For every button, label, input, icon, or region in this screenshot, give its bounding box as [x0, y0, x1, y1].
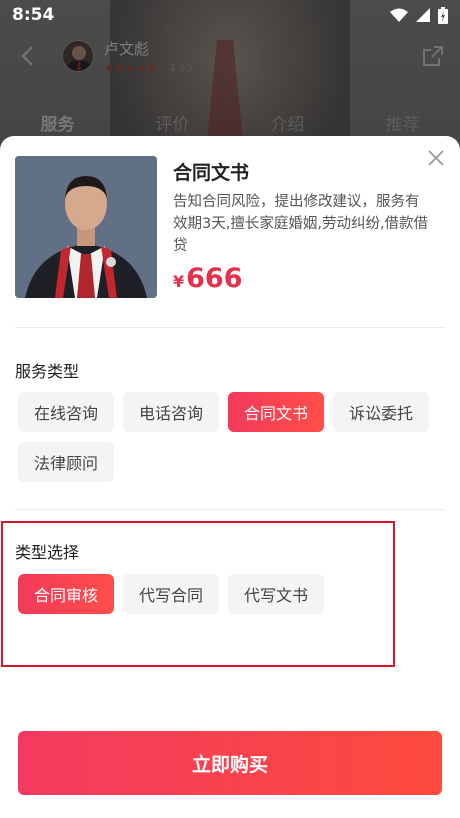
- buy-now-button[interactable]: 立即购买: [18, 731, 442, 795]
- service-type-title: 服务类型: [15, 362, 80, 381]
- product-description: 告知合同风险，提出修改建议，服务有效期3天,擅长家庭婚姻,劳动纠纷,借款借贷: [173, 194, 429, 254]
- product-summary: 合同文书 告知合同风险，提出修改建议，服务有效期3天,擅长家庭婚姻,劳动纠纷,借…: [15, 156, 445, 301]
- currency-symbol: ¥: [173, 272, 185, 291]
- status-icons: [390, 6, 448, 24]
- service-option-counsel[interactable]: 法律顾问: [18, 442, 115, 482]
- service-type-options: 在线咨询 电话咨询 合同文书 诉讼委托 法律顾问: [18, 392, 448, 482]
- divider: [15, 327, 445, 328]
- battery-icon: [438, 6, 448, 24]
- type-option-review[interactable]: 合同审核: [18, 574, 115, 614]
- wifi-icon: [390, 8, 408, 22]
- product-title: 合同文书: [173, 162, 250, 184]
- signal-icon: [416, 8, 430, 22]
- purchase-sheet: 合同文书 告知合同风险，提出修改建议，服务有效期3天,擅长家庭婚姻,劳动纠纷,借…: [0, 136, 460, 818]
- service-option-contract[interactable]: 合同文书: [228, 392, 325, 432]
- service-option-litigation[interactable]: 诉讼委托: [333, 392, 430, 432]
- lawyer-photo: [15, 156, 157, 298]
- type-option-draft-contract[interactable]: 代写合同: [123, 574, 220, 614]
- price-amount: 666: [186, 263, 243, 294]
- type-option-draft-document[interactable]: 代写文书: [228, 574, 325, 614]
- status-bar: 8:54: [0, 0, 460, 30]
- type-selection-options: 合同审核 代写合同 代写文书: [18, 574, 448, 614]
- type-selection-title: 类型选择: [15, 543, 80, 562]
- service-option-phone[interactable]: 电话咨询: [123, 392, 220, 432]
- product-info: 合同文书 告知合同风险，提出修改建议，服务有效期3天,擅长家庭婚姻,劳动纠纷,借…: [173, 156, 433, 301]
- status-time: 8:54: [12, 5, 55, 25]
- product-price: ¥ 666: [173, 263, 433, 294]
- divider: [15, 509, 445, 510]
- service-option-online[interactable]: 在线咨询: [18, 392, 115, 432]
